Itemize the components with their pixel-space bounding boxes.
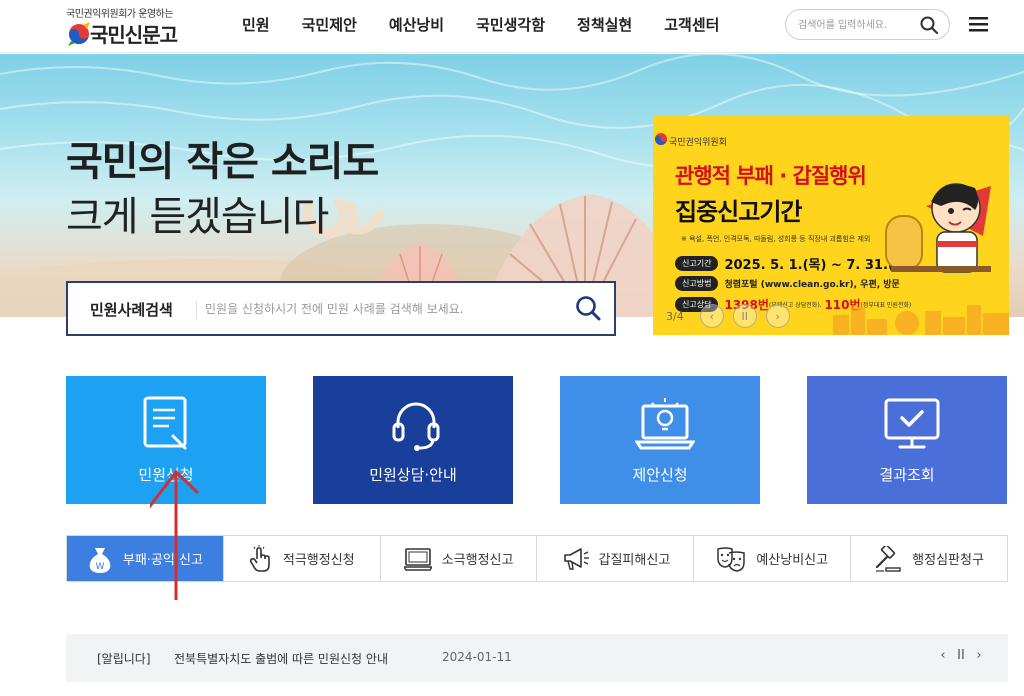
notice-label: [알립니다] — [97, 652, 151, 666]
slider-controls: 3/4 ‹ II › — [666, 304, 799, 328]
document-pen-icon — [143, 396, 187, 450]
taegeuk-icon — [655, 133, 667, 145]
banner-method-row: 신고방법 청렴포털 (www.clean.go.kr), 우편, 방문 — [675, 276, 900, 292]
submenu-active-administration[interactable]: 적극행정신청 — [224, 536, 381, 581]
logo-name: 국민신문고 — [90, 23, 178, 47]
hero-subtitle: 크게 듣겠습니다 — [66, 194, 329, 240]
headset-icon — [392, 402, 440, 451]
method-tag: 신고방법 — [675, 276, 719, 291]
notice-pause-button[interactable]: II — [952, 648, 970, 663]
notice-controls: ‹ II › — [934, 648, 988, 663]
taegeuk-logo-icon — [68, 22, 90, 46]
nav-item-civil[interactable]: 민원 — [226, 0, 286, 53]
hamburger-menu-icon[interactable] — [968, 14, 990, 34]
search-icon[interactable] — [919, 15, 939, 35]
site-header: 국민권익위원회가 운영하는 국민신문고 민원 국민제안 예산낭비 국민생각함 정… — [0, 0, 1024, 53]
tile-civil-consultation[interactable]: 민원상담·안내 — [313, 376, 513, 504]
search-icon[interactable] — [574, 294, 602, 322]
period-tag: 신고기간 — [675, 256, 719, 271]
submenu-label: 적극행정신청 — [282, 553, 355, 568]
slide-pause-button[interactable]: II — [732, 304, 757, 328]
banner-org: 국민권익위원회 — [669, 138, 727, 148]
case-search-label: 민원사례검색 — [90, 301, 173, 319]
megaphone-icon — [563, 547, 589, 570]
notice-next-button[interactable]: › — [970, 648, 988, 663]
submenu-administrative-appeal[interactable]: 행정심판청구 — [851, 536, 1007, 581]
submenu-label: 소극행정신고 — [441, 553, 514, 568]
money-bag-icon: W — [89, 547, 111, 573]
nav-item-budget-waste[interactable]: 예산낭비 — [373, 0, 460, 53]
tile-label: 결과조회 — [879, 466, 935, 484]
notice-bar: [알립니다] 전북특별자치도 출범에 따른 민원신청 안내 2024-01-11… — [66, 634, 1008, 682]
main-nav: 민원 국민제안 예산낭비 국민생각함 정책실현 고객센터 — [226, 0, 735, 53]
banner-subtitle: 집중신고기간 — [675, 198, 802, 226]
theater-masks-icon — [717, 546, 746, 572]
nav-item-policy[interactable]: 정책실현 — [561, 0, 648, 53]
nav-item-public-opinion[interactable]: 국민생각함 — [460, 0, 561, 53]
submenu-gapjil-report[interactable]: 갑질피해신고 — [537, 536, 695, 581]
site-logo[interactable]: 국민권익위원회가 운영하는 국민신문고 — [66, 5, 196, 49]
submenu-label: 행정심판청구 — [912, 553, 984, 568]
submenu-corruption-report[interactable]: W 부패·공익 신고 — [67, 536, 224, 581]
tile-proposal-application[interactable]: 제안신청 — [560, 376, 760, 504]
banner-note: ※ 욕설, 폭언, 인격모독, 따돌림, 성희롱 등 직장내 괴롭힘은 제외 — [681, 235, 871, 243]
header-search — [785, 9, 950, 40]
tile-label: 민원상담·안내 — [369, 466, 457, 484]
tile-label: 제안신청 — [632, 466, 688, 484]
notice-date: 2024-01-11 — [442, 650, 512, 664]
submenu-label: 갑질피해신고 — [598, 553, 671, 568]
submenu-passive-administration[interactable]: 소극행정신고 — [381, 536, 538, 581]
slide-counter: 3/4 — [666, 309, 684, 323]
annotation-arrow — [150, 470, 199, 600]
hero-title: 국민의 작은 소리도 — [66, 139, 379, 185]
nav-item-customer-center[interactable]: 고객센터 — [648, 0, 735, 53]
promo-banner[interactable]: 국민권익위원회 관행적 부패 · 갑질행위 집중신고기간 ※ 욕설, 폭언, 인… — [653, 116, 1009, 335]
logo-tagline: 국민권익위원회가 운영하는 — [66, 9, 174, 20]
mascot-character-image — [885, 183, 991, 273]
tile-result-inquiry[interactable]: 결과조회 — [807, 376, 1007, 504]
hand-pointer-icon — [249, 544, 270, 572]
submenu-budget-waste-report[interactable]: 예산낭비신고 — [694, 536, 852, 581]
banner-title: 관행적 부패 · 갑질행위 — [675, 164, 867, 188]
submenu-label: 예산낭비신고 — [756, 553, 829, 568]
slide-next-button[interactable]: › — [765, 304, 790, 328]
case-search-input[interactable] — [205, 298, 555, 320]
laptop-lightbulb-icon — [635, 398, 695, 450]
gavel-icon — [876, 545, 901, 572]
notice-link[interactable]: 전북특별자치도 출범에 따른 민원신청 안내 — [174, 650, 388, 667]
notice-prev-button[interactable]: ‹ — [934, 648, 952, 663]
divider — [196, 301, 197, 319]
header-search-input[interactable] — [798, 16, 916, 34]
svg-text:W: W — [95, 562, 104, 572]
city-silhouette-image — [833, 305, 1009, 335]
monitor-icon — [403, 547, 432, 571]
slide-prev-button[interactable]: ‹ — [699, 304, 724, 328]
case-search-box: 민원사례검색 — [66, 281, 616, 336]
report-submenu: W 부패·공익 신고 적극행정신청 소극행정신고 갑질피해신고 예산낭비신고 행… — [66, 535, 1008, 582]
monitor-check-icon — [884, 398, 940, 449]
nav-item-proposal[interactable]: 국민제안 — [286, 0, 373, 53]
